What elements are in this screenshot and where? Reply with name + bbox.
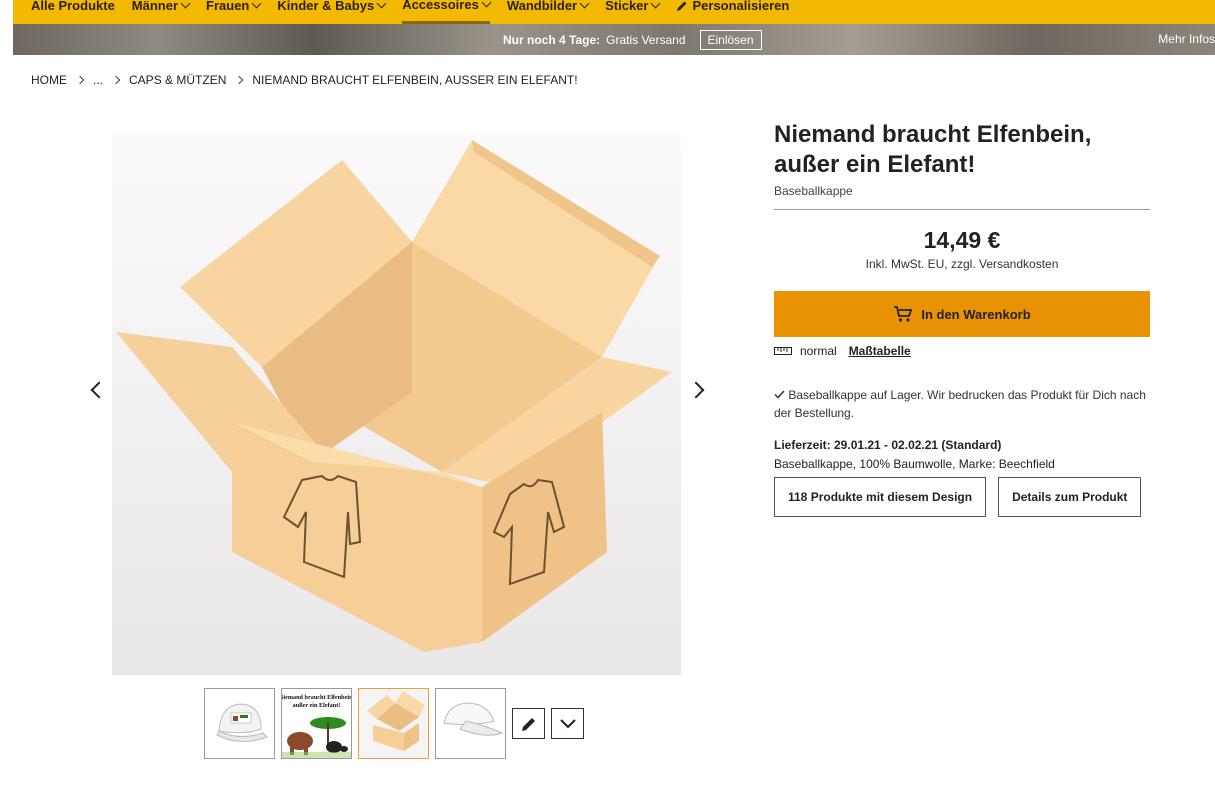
promo-text: Gratis Versand (606, 33, 686, 47)
breadcrumb-ellipsis[interactable]: ... (93, 73, 103, 87)
thumbnail-cap-front[interactable] (204, 688, 275, 759)
box-illustration (112, 132, 681, 675)
pencil-icon (521, 717, 535, 731)
pencil-icon (677, 1, 687, 11)
chevron-down-icon (481, 0, 492, 7)
thumbnail-box[interactable] (358, 688, 429, 759)
nav-personalize[interactable]: Personalisieren (676, 0, 789, 24)
action-buttons: 118 Produkte mit diesem Design Details z… (774, 477, 1150, 517)
product-info: Niemand braucht Elfenbein, außer ein Ele… (774, 120, 1150, 517)
checkmark-icon (774, 390, 785, 399)
chevron-right-icon (75, 75, 85, 85)
divider (774, 209, 1150, 210)
stock-text: Baseballkappe auf Lager. Wir bedrucken d… (774, 388, 1146, 420)
ruler-icon (774, 347, 792, 355)
nav-label: Kinder & Babys (277, 0, 375, 13)
stock-info: Baseballkappe auf Lager. Wir bedrucken d… (774, 386, 1150, 422)
breadcrumb-current: NIEMAND BRAUCHT ELFENBEIN, AUSSER EIN EL… (252, 73, 578, 87)
nav-kids[interactable]: Kinder & Babys (277, 0, 387, 24)
add-to-cart-button[interactable]: In den Warenkorb (774, 291, 1150, 337)
main-nav: Alle Produkte Männer Frauen Kinder & Bab… (13, 0, 1215, 24)
next-image-arrow-icon[interactable] (687, 381, 705, 399)
size-label: normal (800, 344, 837, 358)
product-type: Baseballkappe (774, 184, 853, 198)
previous-image-arrow-icon[interactable] (90, 381, 108, 399)
chevron-down-icon (579, 0, 590, 9)
chevron-down-icon (251, 0, 262, 9)
chevron-right-icon (111, 75, 121, 85)
delivery-time: Lieferzeit: 29.01.21 - 02.02.21 (Standar… (774, 438, 1002, 452)
promo-banner: Nur noch 4 Tage: Gratis Versand Einlösen… (13, 24, 1215, 55)
nav-label: Männer (131, 0, 179, 13)
add-to-cart-label: In den Warenkorb (921, 306, 1031, 322)
nav-label: Alle Produkte (31, 0, 115, 13)
nav-label: Frauen (206, 0, 250, 13)
cart-icon (894, 306, 913, 322)
product-price: 14,49 € (923, 227, 1001, 253)
nav-men[interactable]: Männer (131, 0, 191, 24)
chevron-down-icon (180, 0, 191, 9)
svg-text:Niemand braucht Elfenbein,: Niemand braucht Elfenbein, (282, 694, 351, 701)
nav-wall-art[interactable]: Wandbilder (506, 0, 590, 24)
nav-label: Personalisieren (692, 0, 790, 13)
more-thumbnails-button[interactable] (551, 708, 584, 739)
chevron-right-icon (235, 75, 244, 85)
chevron-down-icon (376, 0, 387, 9)
nav-label: Sticker (605, 0, 649, 13)
nav-label: Wandbilder (506, 0, 578, 13)
product-details-line: Baseballkappe, 100% Baumwolle, Marke: Be… (774, 457, 1055, 471)
edit-design-button[interactable] (512, 708, 545, 739)
nav-all-products[interactable]: Alle Produkte (31, 0, 115, 24)
promo-deadline: Nur noch 4 Tage: (503, 33, 601, 47)
product-details-button[interactable]: Details zum Produkt (998, 477, 1142, 517)
breadcrumb: HOME ... CAPS & MÜTZEN NIEMAND BRAUCHT E… (31, 73, 578, 87)
size-table-link[interactable]: Maßtabelle (849, 344, 911, 358)
price-note: Inkl. MwSt. EU, zzgl. Versandkosten (865, 257, 1059, 271)
size-row: normal Maßtabelle (774, 344, 1150, 358)
nav-women[interactable]: Frauen (206, 0, 262, 24)
products-with-design-button[interactable]: 118 Produkte mit diesem Design (774, 477, 987, 517)
chevron-down-icon (559, 718, 576, 728)
thumbnail-cap-side[interactable] (435, 688, 506, 759)
delivery-info: Lieferzeit: 29.01.21 - 02.02.21 (Standar… (774, 436, 1150, 474)
nav-sticker[interactable]: Sticker (605, 0, 661, 24)
nav-accessories[interactable]: Accessoires (402, 0, 492, 24)
more-info-link[interactable]: Mehr Infos (1158, 32, 1215, 46)
redeem-button[interactable]: Einlösen (699, 30, 762, 50)
thumbnail-strip: Niemand braucht Elfenbein, außer ein Ele… (204, 688, 584, 759)
product-main-image[interactable] (112, 132, 681, 675)
breadcrumb-home[interactable]: HOME (31, 73, 67, 87)
nav-label: Accessoires (402, 0, 479, 12)
thumbnail-design[interactable]: Niemand braucht Elfenbein, außer ein Ele… (281, 688, 352, 759)
svg-text:außer ein Elefant!: außer ein Elefant! (293, 702, 341, 709)
breadcrumb-category[interactable]: CAPS & MÜTZEN (129, 73, 226, 87)
product-title: Niemand braucht Elfenbein, außer ein Ele… (774, 121, 1092, 178)
chevron-down-icon (651, 0, 661, 9)
